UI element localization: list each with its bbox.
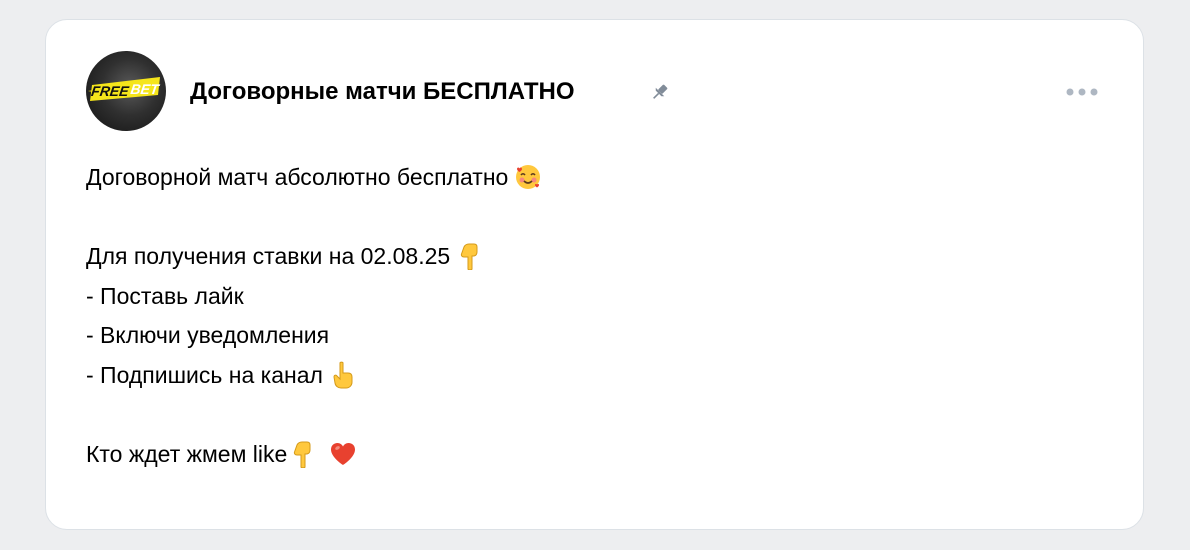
post-line-text: - Подпишись на канал: [86, 361, 323, 388]
post-line-text: - Включи уведомления: [86, 322, 330, 348]
post-line: Кто ждет жмем like: [86, 435, 1086, 475]
group-avatar[interactable]: FREE BET: [86, 51, 166, 131]
group-name[interactable]: Договорные матчи БЕСПЛАТНО: [190, 78, 575, 106]
post-line-empty: [86, 395, 1086, 435]
post-line: - Подпишись на канал: [86, 356, 1086, 396]
post-line: Договорной матч абсолютно бесплатно: [86, 158, 1086, 198]
free-bet-logo: FREE BET: [88, 77, 162, 101]
post-line: Для получения ставки на 02.08.25: [86, 237, 1086, 277]
post-line-text: - Поставь лайк: [86, 282, 244, 309]
post-text: Договорной матч абсолютно бесплатно Для …: [86, 158, 1086, 474]
smiling-face-with-hearts-icon: [514, 163, 542, 191]
post-line: - Включи уведомления: [86, 316, 1086, 356]
pointing-down-icon: [289, 440, 317, 468]
post-line-text: Кто ждет жмем like: [86, 440, 288, 467]
svg-text:FREE: FREE: [90, 83, 130, 99]
red-heart-icon: [329, 440, 357, 468]
more-horizontal-icon[interactable]: [1065, 85, 1099, 99]
post-line: - Поставь лайк: [86, 277, 1086, 317]
post-card: FREE BET Договорные матчи БЕСПЛАТНО Дого…: [45, 19, 1144, 530]
svg-text:BET: BET: [130, 81, 162, 97]
post-line-empty: [86, 198, 1086, 238]
post-line-text: Для получения ставки на 02.08.25: [86, 243, 451, 269]
pin-icon: [650, 82, 670, 102]
pointing-up-icon: [329, 361, 357, 389]
post-line-text: Договорной матч абсолютно бесплатно: [86, 164, 509, 190]
pointing-down-icon: [456, 242, 484, 270]
